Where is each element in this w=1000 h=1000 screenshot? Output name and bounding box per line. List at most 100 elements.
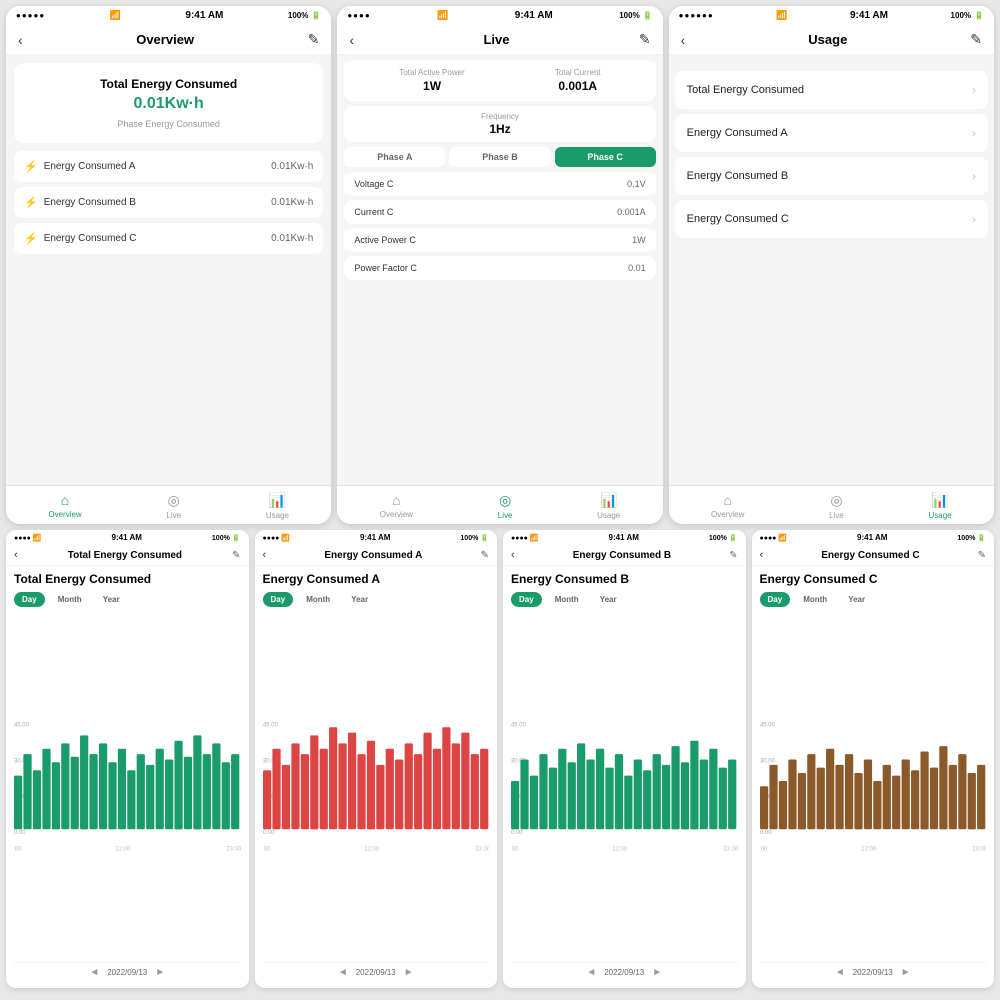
svg-text:45.00: 45.00 [263,723,279,729]
phase-tab-a[interactable]: Phase A [344,147,445,167]
live-icon-live: ◎ [499,492,511,509]
usage-total-energy[interactable]: Total Energy Consumed › [675,71,988,109]
prev-date-2[interactable]: ◄ [586,967,596,978]
next-date-1[interactable]: ► [404,967,414,978]
phase-tab-c[interactable]: Phase C [555,147,656,167]
back-chart-1[interactable]: ‹ [263,549,267,561]
item-label-b: Energy Consumed B [44,197,136,208]
overview-items-list: ⚡ Energy Consumed A 0.01Kw·h ⚡ Energy Co… [14,151,323,254]
current-label: Total Current [555,68,601,77]
bolt-icon-b: ⚡ [24,196,38,209]
chevron-c: › [972,212,976,226]
svg-text:12:00: 12:00 [364,847,380,853]
back-button-usage[interactable]: ‹ [681,32,686,48]
edit-button-overview[interactable]: ✎ [308,31,320,48]
wifi-icon-live: 📶 [437,10,448,21]
period-day-0[interactable]: Day [14,592,45,607]
tab-label-ov-live: Overview [380,510,413,519]
battery-icon-live: 🔋 [643,11,653,20]
tab-usage-usage[interactable]: 📊 Usage [928,492,951,520]
usage-energy-c[interactable]: Energy Consumed C › [675,200,988,238]
tab-live-usage[interactable]: ◎ Live [829,492,844,520]
phone-live: ●●●● 📶 9:41 AM 100% 🔋 ‹ Live ✎ Total Act… [337,6,662,524]
phase-tab-b[interactable]: Phase B [449,147,550,167]
tab-overview-live[interactable]: ⌂ Overview [380,492,413,520]
edit-chart-2[interactable]: ✎ [729,550,737,561]
total-energy-card: Total Energy Consumed 0.01Kw·h Phase Ene… [14,63,323,143]
home-icon-live: ⌂ [392,492,400,508]
period-year-3[interactable]: Year [840,592,873,607]
nav-title-overview: Overview [136,32,194,47]
usage-energy-a[interactable]: Energy Consumed A › [675,114,988,152]
edit-chart-1[interactable]: ✎ [481,550,489,561]
usage-b-label: Energy Consumed B [687,170,789,182]
tab-live[interactable]: ◎ Live [166,492,181,520]
tab-label-usage-ov: Usage [266,511,289,520]
live-freq-card: Frequency 1Hz [344,106,655,142]
prev-date-3[interactable]: ◄ [835,967,845,978]
status-bar-chart-3: ●●●● 📶 9:41 AM 100% 🔋 [752,530,995,545]
period-year-0[interactable]: Year [95,592,128,607]
item-label-a: Energy Consumed A [44,161,136,172]
edit-button-live[interactable]: ✎ [639,31,651,48]
tab-label-usage-live: Usage [597,511,620,520]
period-month-0[interactable]: Month [50,592,90,607]
svg-text:00:00: 00:00 [14,847,22,853]
item-label-c: Energy Consumed C [44,233,137,244]
edit-chart-3[interactable]: ✎ [978,550,986,561]
next-date-3[interactable]: ► [901,967,911,978]
svg-text:45.00: 45.00 [511,723,527,729]
tab-usage[interactable]: 📊 Usage [266,492,289,520]
phone-chart-3: ●●●● 📶 9:41 AM 100% 🔋 ‹ Energy Consumed … [752,530,995,988]
time-overview: 9:41 AM [185,10,223,21]
tab-usage-live[interactable]: 📊 Usage [597,492,620,520]
tab-bar-overview: ⌂ Overview ◎ Live 📊 Usage [6,485,331,524]
current-c-value: 0.001A [617,207,646,217]
item-value-b: 0.01Kw·h [271,197,313,208]
period-year-1[interactable]: Year [343,592,376,607]
period-year-2[interactable]: Year [592,592,625,607]
tab-label-overview: Overview [48,510,81,519]
total-energy-sub: Phase Energy Consumed [28,119,309,129]
edit-chart-0[interactable]: ✎ [232,550,240,561]
home-icon-usage: ⌂ [723,492,731,508]
back-button-overview[interactable]: ‹ [18,32,23,48]
active-power-c-value: 1W [632,235,646,245]
home-icon-overview: ⌂ [61,492,69,508]
back-button-live[interactable]: ‹ [349,32,354,48]
period-month-2[interactable]: Month [547,592,587,607]
time-live: 9:41 AM [515,10,553,21]
status-bar-chart-1: ●●●● 📶 9:41 AM 100% 🔋 [255,530,498,545]
live-active-power: Total Active Power 1W [399,68,464,93]
back-chart-3[interactable]: ‹ [760,549,764,561]
next-date-0[interactable]: ► [155,967,165,978]
back-chart-0[interactable]: ‹ [14,549,18,561]
live-row-power-factor: Power Factor C 0.01 [344,256,655,280]
voltage-c-value: 0.1V [627,179,646,189]
next-date-2[interactable]: ► [652,967,662,978]
usage-energy-b[interactable]: Energy Consumed B › [675,157,988,195]
chart-nav-title-0: Total Energy Consumed [68,550,182,561]
battery-pct: 100% [288,11,308,20]
period-day-1[interactable]: Day [263,592,294,607]
battery-pct-live: 100% [619,11,639,20]
tab-overview[interactable]: ⌂ Overview [48,492,81,520]
period-month-3[interactable]: Month [795,592,835,607]
live-current: Total Current 0.001A [555,68,601,93]
tab-live-live[interactable]: ◎ Live [498,492,513,520]
tab-bar-usage: ⌂ Overview ◎ Live 📊 Usage [669,485,994,524]
usage-icon-live: 📊 [600,492,617,509]
edit-button-usage[interactable]: ✎ [970,31,982,48]
period-day-2[interactable]: Day [511,592,542,607]
prev-date-0[interactable]: ◄ [89,967,99,978]
live-icon-usage: ◎ [830,492,842,509]
chart-area-3: 45.0030.0015.000.00 00:0012:0023:00 [760,613,987,962]
period-month-1[interactable]: Month [298,592,338,607]
svg-text:12:00: 12:00 [115,847,131,853]
tab-overview-usage[interactable]: ⌂ Overview [711,492,744,520]
status-bar-overview: ●●●●● 📶 9:41 AM 100% 🔋 [6,6,331,25]
period-day-3[interactable]: Day [760,592,791,607]
prev-date-1[interactable]: ◄ [338,967,348,978]
back-chart-2[interactable]: ‹ [511,549,515,561]
phase-tabs: Phase A Phase B Phase C [344,147,655,167]
